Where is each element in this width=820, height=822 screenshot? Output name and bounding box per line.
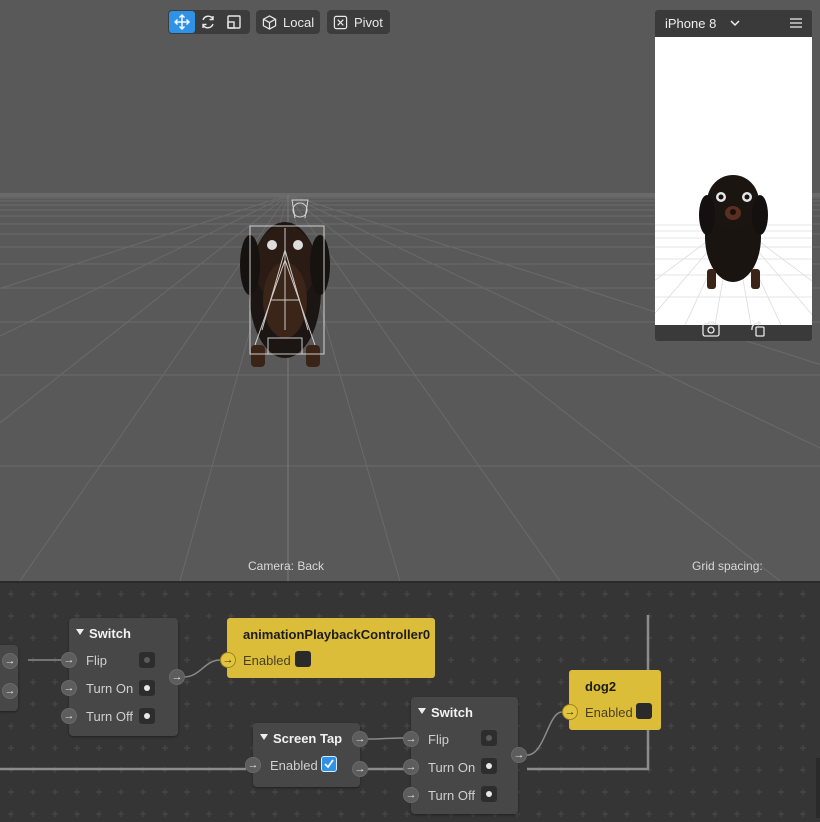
pivot-toggle-content: Pivot bbox=[327, 11, 388, 33]
dog-model bbox=[240, 199, 330, 367]
local-toggle-content: Local bbox=[256, 11, 319, 33]
transform-toolbar bbox=[168, 10, 250, 34]
input-arrow-icon[interactable]: → bbox=[403, 731, 419, 747]
input-arrow-icon[interactable]: → bbox=[403, 759, 419, 775]
screen-tap-patch[interactable]: Screen Tap → Enabled bbox=[245, 723, 360, 787]
port-label: Turn Off bbox=[428, 787, 475, 803]
enabled-port: → Enabled bbox=[245, 755, 318, 775]
port-label: Turn On bbox=[428, 759, 476, 775]
input-arrow-icon[interactable]: → bbox=[61, 708, 77, 724]
move-icon bbox=[174, 14, 190, 30]
enabled-toggle[interactable] bbox=[295, 651, 311, 667]
enabled-checkbox[interactable] bbox=[321, 756, 337, 772]
patch-title: Switch bbox=[411, 697, 518, 720]
preview-render bbox=[655, 175, 812, 325]
turn-on-toggle[interactable] bbox=[481, 758, 497, 774]
scrollbar[interactable] bbox=[816, 758, 820, 818]
switch-2-title: Switch bbox=[431, 705, 473, 720]
pivot-icon bbox=[333, 15, 348, 29]
switch-patch-2[interactable]: Switch → Flip → Turn On → Turn Off bbox=[403, 697, 518, 814]
port-label: Turn Off bbox=[86, 708, 133, 724]
patch-title: Screen Tap bbox=[253, 723, 360, 746]
enabled-label: Enabled bbox=[585, 705, 633, 720]
input-arrow-icon[interactable]: → bbox=[403, 787, 419, 803]
flip-toggle[interactable] bbox=[139, 652, 155, 668]
collapse-triangle-icon[interactable] bbox=[76, 629, 84, 635]
menu-icon[interactable] bbox=[790, 18, 802, 28]
rotate-tool-button[interactable] bbox=[195, 11, 221, 33]
collapse-triangle-icon[interactable] bbox=[418, 708, 426, 714]
flip-port: → Flip bbox=[403, 729, 449, 749]
rotate-device-icon[interactable] bbox=[750, 321, 766, 337]
screen-tap-output-port[interactable]: → bbox=[352, 761, 368, 777]
scene-viewport[interactable]: Local Pivot Camera: Back Grid spacing: i… bbox=[0, 0, 820, 581]
grid-spacing-label: Grid spacing: bbox=[692, 559, 763, 573]
local-toggle[interactable]: Local bbox=[256, 10, 320, 34]
collapse-triangle-icon[interactable] bbox=[260, 734, 268, 740]
dog2-patch[interactable]: dog2 → Enabled bbox=[562, 670, 661, 730]
checkmark-icon bbox=[324, 759, 334, 769]
turn-off-port: → Turn Off bbox=[61, 706, 133, 726]
enabled-input-port[interactable]: → bbox=[220, 652, 236, 668]
scale-icon bbox=[227, 15, 241, 29]
patch-title: Switch bbox=[69, 618, 178, 641]
screen-tap-title: Screen Tap bbox=[273, 731, 343, 746]
device-preview: iPhone 8 bbox=[655, 10, 812, 341]
turn-on-toggle[interactable] bbox=[139, 680, 155, 696]
switch-2-output-port[interactable]: → bbox=[511, 747, 527, 763]
input-arrow-icon[interactable]: → bbox=[61, 652, 77, 668]
animation-playback-controller-patch[interactable]: animationPlaybackController0 → Enabled bbox=[220, 618, 435, 678]
flip-toggle[interactable] bbox=[481, 730, 497, 746]
flip-port: → Flip bbox=[61, 650, 107, 670]
rotate-icon bbox=[202, 15, 214, 29]
scale-tool-button[interactable] bbox=[221, 11, 247, 33]
move-tool-button[interactable] bbox=[169, 11, 195, 33]
switch-1-output-port[interactable]: → bbox=[169, 669, 185, 685]
dog2-title: dog2 bbox=[585, 679, 617, 694]
turn-on-port: → Turn On bbox=[403, 757, 475, 777]
camera-label: Camera: Back bbox=[248, 559, 325, 573]
port-label: Flip bbox=[428, 731, 449, 747]
turn-off-toggle[interactable] bbox=[139, 708, 155, 724]
cube-icon bbox=[262, 14, 277, 30]
device-selector[interactable]: iPhone 8 bbox=[655, 10, 812, 36]
input-arrow-icon[interactable]: → bbox=[61, 680, 77, 696]
enabled-label: Enabled bbox=[243, 653, 291, 668]
switch-patch-1[interactable]: Switch → Flip → Turn On → Turn Off bbox=[61, 618, 178, 736]
switch-camera-icon[interactable] bbox=[701, 321, 720, 337]
port-label: Enabled bbox=[270, 757, 318, 773]
preview-screen[interactable] bbox=[655, 37, 812, 325]
screen-tap-output-port[interactable]: → bbox=[352, 731, 368, 747]
input-arrow-icon[interactable]: → bbox=[245, 757, 261, 773]
offscreen-patch[interactable]: → → bbox=[0, 645, 18, 711]
preview-controls bbox=[655, 317, 812, 341]
port-label: Turn On bbox=[86, 680, 134, 696]
turn-on-port: → Turn On bbox=[61, 678, 133, 698]
enabled-input-port[interactable]: → bbox=[562, 704, 578, 720]
turn-off-port: → Turn Off bbox=[403, 785, 475, 805]
output-port[interactable]: → bbox=[2, 653, 18, 669]
pivot-toggle[interactable]: Pivot bbox=[327, 10, 390, 34]
anim-patch-title: animationPlaybackController0 bbox=[243, 627, 431, 642]
switch-1-title: Switch bbox=[89, 626, 131, 641]
port-label: Flip bbox=[86, 652, 107, 668]
pivot-label: Pivot bbox=[354, 14, 383, 30]
local-label: Local bbox=[283, 14, 315, 30]
device-name: iPhone 8 bbox=[665, 15, 717, 31]
output-port[interactable]: → bbox=[2, 683, 18, 699]
chevron-down-icon bbox=[730, 20, 740, 27]
turn-off-toggle[interactable] bbox=[481, 786, 497, 802]
patch-editor[interactable]: → → Switch → Flip → Turn On → Turn Off →… bbox=[0, 581, 820, 822]
enabled-toggle[interactable] bbox=[636, 703, 652, 719]
